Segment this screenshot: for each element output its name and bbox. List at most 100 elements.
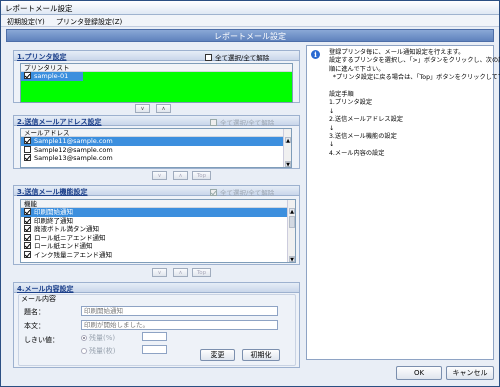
radio-icon[interactable]: [81, 335, 87, 341]
next-button[interactable]: ∧: [173, 171, 188, 180]
checkbox-icon[interactable]: [24, 154, 31, 161]
initialize-button[interactable]: 初期化: [242, 349, 280, 361]
scroll-down-icon[interactable]: ▼: [289, 256, 295, 262]
info-pane: i 登録プリンタ毎に、メール通知設定を行えます。 設定するプリンタを選択し、「>…: [306, 45, 500, 360]
select-all-label: 全て選択/全て解除: [220, 119, 275, 127]
back-button[interactable]: ∨: [135, 104, 150, 113]
function-select-all[interactable]: 全て選択/全て解除: [210, 187, 274, 197]
checkbox-icon[interactable]: [24, 225, 31, 232]
function-row[interactable]: ロール紙エンド通知: [21, 242, 295, 251]
body-field[interactable]: 印刷が開始しました。: [81, 320, 278, 330]
email-list[interactable]: メールアドレス Sample11@sample.com Sample12@sam…: [20, 128, 292, 168]
function-label: インク残量ニアエンド通知: [34, 250, 112, 259]
menu-initial-settings[interactable]: 初期設定(Y): [7, 17, 45, 27]
checkbox-icon[interactable]: [24, 233, 31, 241]
function-row[interactable]: 廃液ボトル満タン通知: [21, 225, 295, 234]
email-select-all[interactable]: 全て選択/全て解除: [210, 117, 274, 127]
scroll-down-icon[interactable]: ▼: [285, 161, 291, 167]
email-address: Sample11@sample.com: [34, 137, 113, 145]
threshold-sheets-field[interactable]: [142, 345, 167, 354]
back-button[interactable]: ∨: [152, 268, 167, 277]
threshold-sheets-option[interactable]: 残量(枚): [81, 346, 115, 356]
report-mail-window: レポートメール設定 初期設定(Y) プリンタ登録設定(Z) レポートメール設定 …: [0, 0, 500, 387]
back-button[interactable]: ∨: [152, 171, 167, 180]
function-section-title: 3.送信メール機能設定: [17, 188, 88, 196]
radio-label: 残量(%): [89, 334, 116, 342]
checkbox-icon[interactable]: [24, 216, 31, 224]
email-section-title: 2.送信メールアドレス設定: [17, 118, 102, 126]
body-label: 本文：: [24, 322, 45, 330]
next-button[interactable]: ∧: [173, 268, 188, 277]
email-scrollbar[interactable]: ▲ ▼: [283, 129, 291, 167]
scroll-up-icon[interactable]: ▲: [289, 208, 295, 215]
checkbox-icon[interactable]: [24, 145, 31, 153]
content-section: 4.メール内容設定 メール内容 題名： 印刷開始通知 本文： 印刷が開始しました…: [13, 282, 300, 368]
subject-field[interactable]: 印刷開始通知: [81, 306, 278, 316]
select-all-label: 全て選択/全て解除: [220, 189, 275, 197]
content-section-title: 4.メール内容設定: [17, 285, 74, 293]
email-section-header: 2.送信メールアドレス設定 全て選択/全て解除: [14, 116, 299, 127]
function-scrollbar[interactable]: ▲ ▼: [287, 200, 295, 262]
select-all-label: 全て選択/全て解除: [215, 54, 270, 62]
function-row[interactable]: ロール紙ニアエンド通知: [21, 233, 295, 243]
checkbox-icon[interactable]: [205, 54, 212, 61]
email-address: Sample13@sample.com: [34, 154, 113, 162]
email-row[interactable]: Sample11@sample.com: [21, 137, 291, 146]
printer-section: 1.プリンタ設定 全て選択/全て解除 プリンタリスト sample-01: [13, 50, 300, 103]
radio-icon[interactable]: [81, 348, 87, 354]
top-button[interactable]: Top: [192, 268, 211, 277]
threshold-percent-option[interactable]: 残量(%): [81, 333, 115, 343]
change-button[interactable]: 変更: [200, 349, 235, 361]
next-button[interactable]: ∧: [156, 104, 171, 113]
email-list-header: メールアドレス: [21, 129, 291, 137]
scroll-thumb[interactable]: [289, 216, 295, 228]
email-row[interactable]: Sample13@sample.com: [21, 154, 291, 163]
top-button[interactable]: Top: [192, 171, 211, 180]
function-row[interactable]: 印刷開始通知: [21, 208, 295, 217]
threshold-label: しきい値：: [24, 336, 59, 344]
function-row[interactable]: インク残量ニアエンド通知: [21, 250, 295, 260]
printer-list[interactable]: プリンタリスト sample-01: [20, 63, 293, 103]
checkbox-icon[interactable]: [210, 189, 217, 196]
checkbox-icon[interactable]: [210, 119, 217, 126]
info-text: 登録プリンタ毎に、メール通知設定を行えます。 設定するプリンタを選択し、「>」ボ…: [329, 49, 500, 157]
printer-list-body: sample-01: [21, 72, 292, 102]
printer-select-all[interactable]: 全て選択/全て解除: [205, 52, 269, 62]
function-section-header: 3.送信メール機能設定 全て選択/全て解除: [14, 186, 299, 197]
function-label: ロール紙エンド通知: [34, 242, 93, 250]
page-header: レポートメール設定: [6, 29, 494, 42]
checkbox-icon[interactable]: [24, 250, 31, 258]
checkbox-icon[interactable]: [24, 242, 31, 249]
function-section: 3.送信メール機能設定 全て選択/全て解除 機能 印刷開始通知 印刷終了通知 廃…: [13, 185, 300, 265]
email-section: 2.送信メールアドレス設定 全て選択/全て解除 メールアドレス Sample11…: [13, 115, 300, 169]
radio-label: 残量(枚): [89, 347, 116, 355]
email-row[interactable]: Sample12@sample.com: [21, 145, 291, 155]
function-list[interactable]: 機能 印刷開始通知 印刷終了通知 廃液ボトル満タン通知 ロール紙ニアエンド通知 …: [20, 199, 296, 263]
title-bar: レポートメール設定: [1, 1, 499, 15]
menu-printer-registration[interactable]: プリンタ登録設定(Z): [56, 17, 122, 27]
printer-section-header: 1.プリンタ設定 全て選択/全て解除: [14, 51, 299, 62]
threshold-percent-field[interactable]: [142, 332, 167, 341]
printer-row-sample-01[interactable]: sample-01: [21, 72, 83, 81]
function-label: ロール紙ニアエンド通知: [34, 233, 106, 242]
printer-list-header: プリンタリスト: [21, 64, 292, 72]
checkbox-icon[interactable]: [24, 137, 31, 144]
ok-button[interactable]: OK: [396, 366, 442, 380]
menu-bar: 初期設定(Y) プリンタ登録設定(Z): [1, 15, 499, 27]
scroll-up-icon[interactable]: ▲: [285, 137, 291, 144]
function-label: 印刷開始通知: [34, 208, 73, 216]
subject-label: 題名：: [24, 308, 45, 316]
checkbox-icon[interactable]: [24, 72, 31, 79]
email-address: Sample12@sample.com: [34, 145, 113, 154]
content-section-header: 4.メール内容設定: [14, 283, 299, 293]
info-icon: i: [311, 50, 320, 59]
function-row[interactable]: 印刷終了通知: [21, 216, 295, 226]
function-list-header: 機能: [21, 200, 295, 208]
printer-section-title: 1.プリンタ設定: [17, 53, 67, 61]
function-label: 印刷終了通知: [34, 216, 73, 225]
content-group-label: メール内容: [21, 295, 56, 303]
checkbox-icon[interactable]: [24, 208, 31, 215]
window-title: レポートメール設定: [5, 4, 73, 13]
function-label: 廃液ボトル満タン通知: [34, 225, 99, 233]
cancel-button[interactable]: キャンセル: [446, 366, 494, 380]
